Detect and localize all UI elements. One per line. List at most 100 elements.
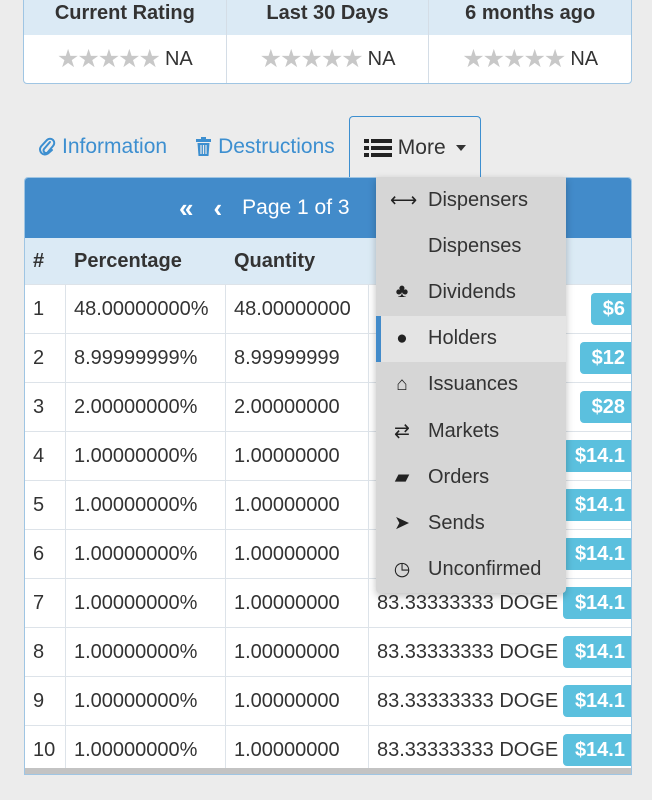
exchange-icon: ⇄ (394, 420, 410, 442)
paper-plane-icon: ➤ (394, 512, 410, 534)
page-indicator: Page 1 of 3 (242, 196, 350, 219)
tab-destructions[interactable]: Destructions (181, 116, 349, 178)
rating-value: NA (570, 47, 599, 70)
rating-value: NA (164, 47, 193, 70)
column-header[interactable]: Quantity (226, 238, 369, 284)
tab-label: Destructions (218, 135, 335, 158)
list-icon (363, 138, 392, 157)
bank-icon: ⌂ (396, 373, 408, 395)
quantity-cell: 1.00000000 (226, 530, 369, 578)
menu-item-unconfirmed[interactable]: ◷ Unconfirmed (376, 547, 566, 593)
rating-6-months: 6 months ago ★★★★★ NA (429, 0, 631, 83)
sitemap-icon: ♣ (395, 281, 409, 303)
menu-item-label: Orders (428, 465, 490, 488)
quantity-cell: 2.00000000 (226, 383, 369, 431)
rating-header: 6 months ago (429, 0, 631, 35)
tab-more[interactable]: More (348, 116, 481, 178)
menu-item-label: Dividends (428, 280, 516, 303)
value-text: 83.33333333 DOGE (377, 738, 559, 761)
menu-item-label: Dispensers (428, 188, 529, 211)
paperclip-icon (39, 137, 56, 156)
menu-item-orders[interactable]: ▰ Orders (376, 454, 566, 500)
menu-item-label: Unconfirmed (428, 558, 542, 581)
menu-item-markets[interactable]: ⇄ Markets (376, 408, 566, 454)
row-number: 1 (25, 285, 66, 333)
menu-item-dispenses[interactable]: Dispenses (376, 223, 566, 269)
row-number: 7 (25, 579, 66, 627)
star-rating-icon: ★★★★★ (56, 44, 161, 73)
usd-badge: $14.1 (562, 440, 631, 472)
usd-badge: $14.1 (562, 489, 631, 521)
usd-badge: $28 (579, 391, 631, 423)
menu-item-label: Markets (428, 419, 500, 442)
quantity-cell: 1.00000000 (226, 481, 369, 529)
more-dropdown-menu: ⟷ Dispensers Dispenses ♣ Dividends ● Holders ⌂ I… (376, 177, 566, 593)
star-rating-icon: ★★★★★ (259, 44, 364, 73)
percentage-cell: 2.00000000% (66, 383, 226, 431)
arrows-horizontal-icon: ⟷ (390, 189, 418, 211)
row-number: 10 (25, 726, 66, 774)
percentage-cell: 1.00000000% (66, 628, 226, 676)
percentage-cell: 1.00000000% (66, 432, 226, 480)
percentage-cell: 1.00000000% (66, 677, 226, 725)
quantity-cell: 1.00000000 (226, 726, 369, 774)
percentage-cell: 1.00000000% (66, 579, 226, 627)
row-number: 6 (25, 530, 66, 578)
menu-item-dispensers[interactable]: ⟷ Dispensers (376, 177, 566, 223)
row-number: 4 (25, 432, 66, 480)
row-number: 3 (25, 383, 66, 431)
quantity-cell: 1.00000000 (226, 677, 369, 725)
quantity-cell: 1.00000000 (226, 579, 369, 627)
menu-item-label: Issuances (428, 373, 519, 396)
first-page-icon[interactable]: « (179, 193, 193, 224)
tab-bar: Information Destructions More (24, 116, 481, 178)
quantity-cell: 8.99999999 (226, 334, 369, 382)
usd-badge: $6 (590, 293, 631, 325)
row-number: 5 (25, 481, 66, 529)
menu-item-holders[interactable]: ● Holders (376, 315, 566, 362)
rating-value: NA (367, 47, 396, 70)
row-number: 9 (25, 677, 66, 725)
row-number: 8 (25, 628, 66, 676)
prev-page-icon[interactable]: ‹ (213, 193, 222, 224)
tab-label: Information (62, 135, 168, 158)
clock-icon: ◷ (393, 559, 411, 581)
menu-item-issuances[interactable]: ⌂ Issuances (376, 362, 566, 408)
menu-item-label: Dispenses (428, 234, 522, 257)
rating-header: Last 30 Days (226, 0, 429, 35)
percentage-cell: 8.99999999% (66, 334, 226, 382)
caret-down-icon (455, 144, 466, 151)
row-number: 2 (25, 334, 66, 382)
menu-item-label: Sends (428, 511, 485, 534)
column-header[interactable]: # (25, 238, 66, 284)
quantity-cell: 1.00000000 (226, 432, 369, 480)
rating-30-days: Last 30 Days ★★★★★ NA (226, 0, 430, 83)
user-icon: ● (396, 327, 408, 349)
usd-badge: $14.1 (562, 538, 631, 570)
table-row: 10 1.00000000% 1.00000000 83.33333333 DOGE $… (25, 725, 631, 774)
tab-label: More (397, 135, 446, 159)
quantity-cell: 1.00000000 (226, 628, 369, 676)
tab-information[interactable]: Information (24, 116, 181, 178)
value-cell: 83.33333333 DOGE $14.1 (369, 628, 631, 676)
menu-item-label: Holders (428, 327, 497, 350)
table-row: 9 1.00000000% 1.00000000 83.33333333 DOGE $1… (25, 676, 631, 725)
percentage-cell: 1.00000000% (66, 481, 226, 529)
quantity-cell: 48.00000000 (226, 285, 369, 333)
value-text: 83.33333333 DOGE (377, 689, 559, 712)
percentage-cell: 1.00000000% (66, 530, 226, 578)
usd-badge: $14.1 (562, 587, 631, 619)
usd-badge: $14.1 (562, 636, 631, 668)
horizontal-scrollbar[interactable] (25, 768, 631, 774)
book-icon: ▰ (394, 466, 410, 488)
usd-badge: $14.1 (562, 734, 631, 766)
usd-badge: $14.1 (562, 685, 631, 717)
column-header[interactable]: Percentage (66, 238, 226, 284)
menu-item-sends[interactable]: ➤ Sends (376, 500, 566, 546)
ratings-table: Current Rating ★★★★★ NA Last 30 Days ★★★★… (23, 0, 632, 84)
value-text: 83.33333333 DOGE (377, 640, 559, 663)
percentage-cell: 48.00000000% (66, 285, 226, 333)
value-cell: 83.33333333 DOGE $14.1 (369, 677, 631, 725)
rating-header: Current Rating (24, 0, 226, 35)
menu-item-dividends[interactable]: ♣ Dividends (376, 269, 566, 315)
